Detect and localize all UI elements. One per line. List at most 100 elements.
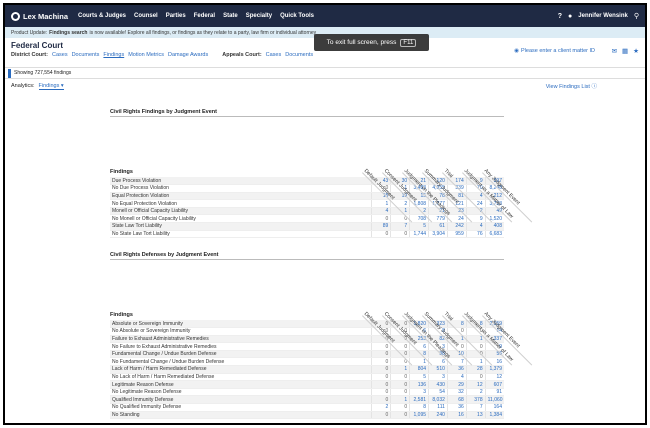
finding-count[interactable]: 29 (446, 380, 467, 389)
finding-count[interactable]: 89 (371, 222, 391, 231)
finding-count[interactable]: 3 (409, 388, 429, 397)
district-cases-link[interactable]: Cases (52, 52, 68, 58)
appeals-cases-link[interactable]: Cases (266, 52, 282, 58)
favorite-star-icon[interactable]: ★ (633, 47, 639, 55)
finding-count[interactable]: 2 (465, 388, 486, 397)
nav-counsel[interactable]: Counsel (134, 13, 158, 19)
finding-count[interactable]: 36 (446, 403, 467, 412)
finding-name: No Standing (110, 411, 372, 420)
district-documents-link[interactable]: Documents (72, 52, 100, 58)
finding-count[interactable]: 607 (484, 380, 504, 389)
finding-count[interactable]: 6,683 (484, 230, 504, 239)
district-findings-link[interactable]: Findings (103, 52, 124, 58)
finding-name: No Equal Protection Violation (110, 199, 372, 208)
finding-count[interactable]: 12 (484, 373, 504, 382)
user-icon: ● (568, 12, 573, 20)
finding-count[interactable]: 240 (428, 411, 448, 420)
finding-count[interactable]: 68 (446, 395, 467, 405)
finding-count[interactable]: 510 (428, 365, 448, 374)
finding-count[interactable]: 36 (446, 365, 467, 374)
finding-count[interactable]: 32 (446, 388, 467, 397)
district-damage-awards-link[interactable]: Damage Awards (168, 52, 208, 58)
analytics-dropdown[interactable]: Findings ▾ (38, 83, 64, 90)
nav-federal[interactable]: Federal (194, 13, 215, 19)
finding-count[interactable]: 13 (465, 411, 486, 420)
finding-count[interactable]: 4 (446, 373, 467, 382)
finding-count[interactable]: 136 (409, 380, 429, 389)
brand[interactable]: Lex Machina (11, 11, 68, 21)
finding-count[interactable]: 5 (409, 222, 429, 231)
finding-count[interactable]: 1,744 (409, 230, 429, 239)
update-prefix: Product Update: (11, 29, 48, 36)
nav-specialty[interactable]: Specialty (246, 13, 272, 19)
email-icon[interactable]: ✉ (612, 47, 617, 55)
district-motion-metrics-link[interactable]: Motion Metrics (128, 52, 164, 58)
finding-count[interactable]: 11,060 (484, 395, 504, 405)
finding-count: 0 (371, 342, 391, 351)
finding-name: No Qualified Immunity Defense (110, 403, 372, 412)
column-headers: Findings Default Judgment Consent Judgme… (110, 260, 537, 366)
nav-courts-judges[interactable]: Courts & Judges (78, 13, 126, 19)
appeals-documents-link[interactable]: Documents (285, 52, 313, 58)
finding-count[interactable]: 2,581 (409, 395, 429, 405)
finding-count[interactable]: 408 (484, 222, 504, 231)
finding-count[interactable]: 5 (409, 373, 429, 382)
finding-count[interactable]: 959 (446, 230, 467, 239)
finding-count[interactable]: 3,904 (428, 230, 448, 239)
column-headers: Findings Default Judgment Consent Judgme… (110, 117, 537, 223)
nav-state[interactable]: State (223, 13, 238, 19)
section-title: Civil Rights Findings by Judgment Event (110, 109, 504, 117)
finding-count[interactable]: 8,032 (428, 395, 448, 405)
finding-count[interactable]: 4 (465, 222, 486, 231)
user-name[interactable]: Jennifer Wensink (578, 13, 628, 19)
finding-count[interactable]: 378 (465, 395, 486, 405)
finding-count[interactable]: 1 (371, 199, 391, 208)
finding-count[interactable]: 4 (371, 207, 391, 216)
finding-count[interactable]: 12 (465, 380, 486, 389)
section-title: Civil Rights Defenses by Judgment Event (110, 252, 504, 260)
finding-name: No Lack of Harm / Harm Remediated Defens… (110, 373, 372, 382)
update-bold: Findings search (49, 29, 88, 36)
finding-count[interactable]: 28 (465, 365, 486, 374)
toast-text: To exit full screen, press (326, 39, 397, 46)
finding-count[interactable]: 1,095 (409, 411, 429, 420)
finding-count: 0 (465, 373, 486, 382)
client-matter-prompt[interactable]: ◉ Please enter a client matter ID (514, 48, 595, 54)
finding-count[interactable]: 1 (390, 365, 410, 374)
nav-parties[interactable]: Parties (166, 13, 186, 19)
nav-quick-tools[interactable]: Quick Tools (280, 13, 314, 19)
result-count-bar: Showing 727,554 findings (5, 68, 645, 79)
finding-count[interactable]: 2 (371, 403, 391, 412)
finding-name: No Monell or Official Capacity Liability (110, 214, 372, 224)
export-icon[interactable]: ▦ (622, 47, 628, 55)
table-row: No Standing 0 0 1,095 240 16 13 1,384 (110, 411, 504, 420)
finding-count[interactable]: 1,384 (484, 411, 504, 420)
help-icon[interactable]: ? (558, 13, 562, 20)
finding-count[interactable]: 804 (409, 365, 429, 374)
page-actions: ✉ ▦ ★ (612, 47, 639, 55)
finding-count[interactable]: 76 (465, 230, 486, 239)
analytics-label: Analytics: (11, 83, 35, 89)
finding-count[interactable]: 242 (446, 222, 467, 231)
civil-rights-defenses-section: Civil Rights Defenses by Judgment Event … (110, 252, 537, 420)
finding-count[interactable]: 8 (409, 403, 429, 412)
finding-count[interactable]: 1 (390, 395, 410, 405)
finding-count[interactable]: 16 (446, 411, 467, 420)
view-findings-list-link[interactable]: View Findings List ⓘ (546, 82, 597, 90)
finding-count[interactable]: 91 (484, 388, 504, 397)
finding-count: 0 (390, 388, 410, 397)
finding-count[interactable]: 1,379 (484, 365, 504, 374)
finding-count: 0 (371, 388, 391, 397)
finding-count[interactable]: 3 (428, 373, 448, 382)
finding-count[interactable]: 111 (428, 403, 448, 412)
result-count-marker (8, 68, 11, 78)
brand-logo-icon (11, 11, 20, 21)
finding-count[interactable]: 54 (428, 388, 448, 397)
result-count: Showing 727,554 findings (14, 70, 72, 76)
finding-count[interactable]: 7 (465, 403, 486, 412)
finding-count[interactable]: 7 (390, 222, 410, 231)
search-icon[interactable]: ⚲ (634, 12, 639, 20)
finding-count[interactable]: 430 (428, 380, 448, 389)
finding-count[interactable]: 61 (428, 222, 448, 231)
finding-count[interactable]: 164 (484, 403, 504, 412)
